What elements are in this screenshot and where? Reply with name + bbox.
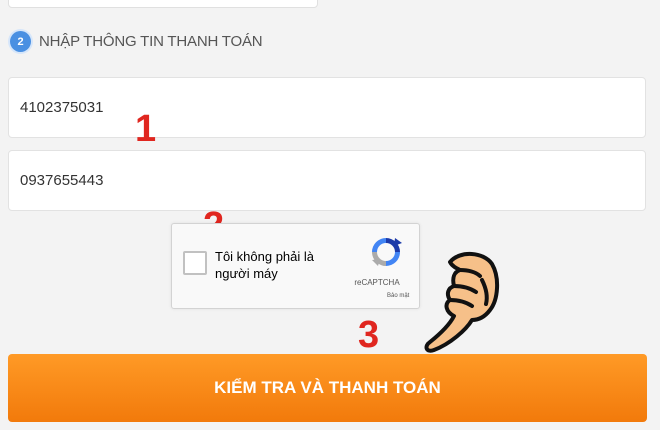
- recaptcha-label: Tôi không phải là người máy: [215, 249, 315, 281]
- account-number-field[interactable]: [8, 77, 646, 138]
- recaptcha-privacy-link[interactable]: Bảo mật: [387, 293, 409, 299]
- step-header: 2 NHẬP THÔNG TIN THANH TOÁN: [10, 31, 263, 52]
- recaptcha-widget: Tôi không phải là người máy reCAPTCHA Bả…: [171, 223, 420, 309]
- annotation-step-3: 3: [358, 314, 380, 356]
- step-number-badge: 2: [10, 31, 31, 52]
- annotation-step-1: 1: [135, 108, 157, 150]
- previous-input-field[interactable]: [8, 0, 318, 8]
- recaptcha-brand: reCAPTCHA: [354, 278, 400, 287]
- recaptcha-checkbox[interactable]: [183, 251, 207, 275]
- step-title: NHẬP THÔNG TIN THANH TOÁN: [39, 33, 263, 50]
- check-and-pay-button[interactable]: KIỂM TRA VÀ THANH TOÁN: [8, 354, 647, 422]
- account-number-input[interactable]: [20, 99, 645, 116]
- phone-number-input[interactable]: [20, 172, 645, 189]
- recaptcha-logo-icon: [372, 238, 402, 266]
- pointing-hand-icon: [424, 252, 499, 353]
- phone-number-field[interactable]: [8, 150, 646, 211]
